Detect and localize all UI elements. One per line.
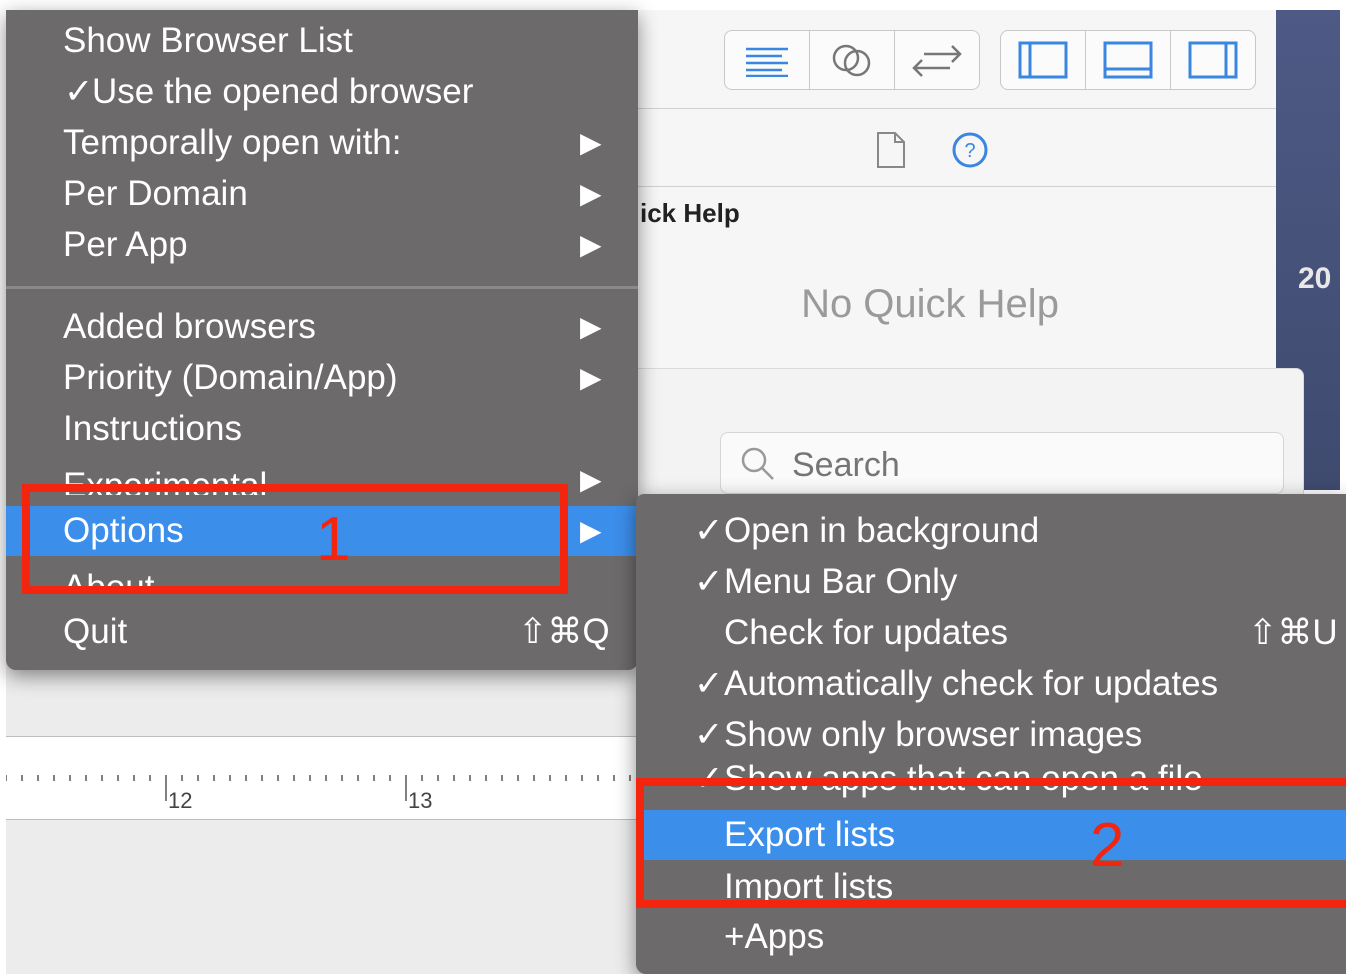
right-panel-icon <box>1188 41 1238 79</box>
menu-item-menu-bar-only[interactable]: ✓ Menu Bar Only <box>636 557 1346 607</box>
file-inspector-icon[interactable] <box>874 130 908 170</box>
submenu-arrow-icon: ▶ <box>580 362 602 393</box>
keyboard-shortcut: ⇧⌘U <box>1248 613 1338 652</box>
inspector-toolbar-divider <box>600 108 1276 109</box>
checkmark-icon: ✓ <box>694 664 724 703</box>
menu-item-per-app[interactable]: Per App ▶ <box>6 220 638 270</box>
menu-item-show-only-browser-images[interactable]: ✓ Show only browser images <box>636 710 1346 760</box>
quick-help-icon[interactable]: ? <box>950 130 990 170</box>
menu-item-per-domain[interactable]: Per Domain ▶ <box>6 169 638 219</box>
swap-arrows-icon <box>912 45 962 77</box>
svg-text:?: ? <box>964 140 975 162</box>
checkmark-icon: ✓ <box>694 715 724 754</box>
ruler-label-13: 13 <box>408 788 433 813</box>
menu-item-instructions[interactable]: Instructions <box>6 404 638 454</box>
submenu-arrow-icon: ▶ <box>580 229 602 260</box>
menu-item-show-browser-list[interactable]: Show Browser List <box>6 16 638 66</box>
checkmark-icon: ✓ <box>64 72 94 111</box>
assistant-editor-button[interactable] <box>810 31 895 89</box>
panel-toggle-segmented-control <box>1000 30 1256 90</box>
toggle-utilities-button[interactable] <box>1171 31 1255 89</box>
search-icon <box>741 447 774 480</box>
venn-circles-icon <box>832 44 871 77</box>
toggle-debug-area-button[interactable] <box>1086 31 1171 89</box>
menu-item-priority[interactable]: Priority (Domain/App) ▶ <box>6 353 638 403</box>
ruler <box>6 736 646 820</box>
quick-help-section-title: ick Help <box>640 198 740 228</box>
submenu-arrow-icon: ▶ <box>580 178 602 209</box>
menu-item-open-in-background[interactable]: ✓ Open in background <box>636 506 1346 556</box>
annotation-number-2: 2 <box>1090 811 1125 880</box>
submenu-arrow-icon: ▶ <box>580 515 602 546</box>
annotation-box-1 <box>22 484 568 594</box>
no-quick-help-message: No Quick Help <box>801 282 1059 326</box>
checkmark-icon: ✓ <box>694 511 724 550</box>
ruler-ticks <box>6 775 646 801</box>
editor-mode-segmented-control <box>724 30 980 90</box>
menu-item-added-browsers[interactable]: Added browsers ▶ <box>6 302 638 352</box>
submenu-arrow-icon: ▶ <box>580 127 602 158</box>
left-panel-icon <box>1018 41 1068 79</box>
menu-item-add-apps[interactable]: +Apps <box>636 912 1346 962</box>
menu-separator <box>6 286 638 289</box>
align-lines-icon <box>746 47 788 77</box>
version-editor-button[interactable] <box>895 31 979 89</box>
checkmark-icon: ✓ <box>694 562 724 601</box>
menu-item-check-for-updates[interactable]: Check for updates ⇧⌘U <box>636 608 1346 658</box>
menu-item-quit[interactable]: Quit ⇧⌘Q <box>6 607 638 657</box>
keyboard-shortcut: ⇧⌘Q <box>518 612 610 651</box>
bottom-panel-icon <box>1103 41 1153 79</box>
annotation-box-2 <box>636 778 1346 908</box>
inspector-tab-divider <box>600 186 1276 187</box>
menu-item-use-opened-browser[interactable]: ✓ Use the opened browser <box>6 67 638 117</box>
submenu-arrow-icon: ▶ <box>580 464 602 495</box>
menu-item-temporally-open-with[interactable]: Temporally open with: ▶ <box>6 118 638 168</box>
search-input[interactable] <box>790 444 1094 486</box>
desktop-text-fragment: 20 <box>1298 262 1332 295</box>
standard-editor-button[interactable] <box>725 31 810 89</box>
menu-item-auto-check-updates[interactable]: ✓ Automatically check for updates <box>636 659 1346 709</box>
annotation-number-1: 1 <box>316 505 351 574</box>
toggle-navigator-button[interactable] <box>1001 31 1086 89</box>
submenu-arrow-icon: ▶ <box>580 311 602 342</box>
ruler-label-12: 12 <box>168 788 193 813</box>
